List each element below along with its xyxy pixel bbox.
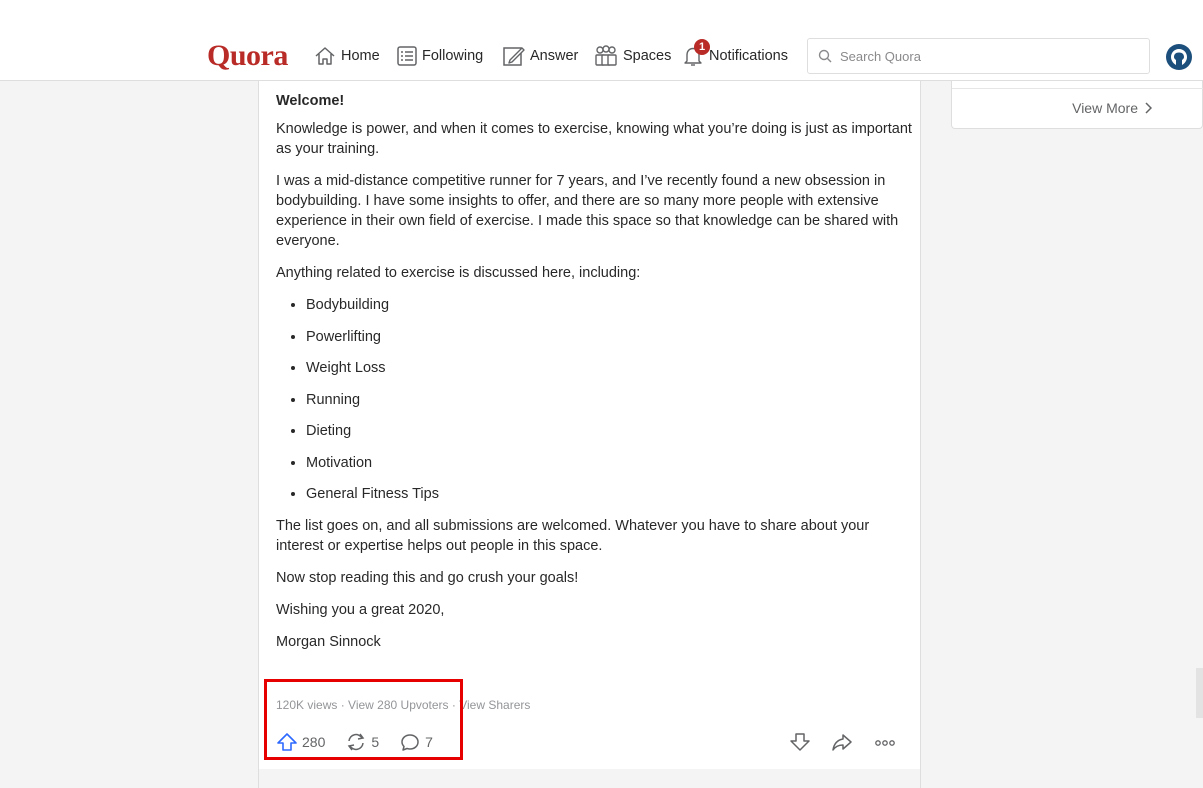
- post-heading: Welcome!: [276, 93, 345, 109]
- topic-item: Weight Loss: [306, 358, 916, 378]
- profile-avatar-icon[interactable]: [1166, 44, 1192, 70]
- upvote-count: 280: [302, 734, 326, 750]
- answer-pencil-icon: [503, 47, 525, 66]
- post-paragraph: Now stop reading this and go crush your …: [276, 570, 579, 586]
- nav-answer-label: Answer: [530, 48, 579, 64]
- post-paragraph: Anything related to exercise is discusse…: [276, 265, 641, 281]
- search-bar[interactable]: [807, 38, 1150, 74]
- card-footer-gap: [259, 769, 920, 788]
- sidebar-panel: View More: [951, 81, 1203, 129]
- downvote-arrow-icon: [790, 733, 810, 751]
- view-upvoters-link[interactable]: View 280 Upvoters: [348, 698, 449, 712]
- view-sharers-link[interactable]: View Sharers: [459, 698, 530, 712]
- nav-spaces[interactable]: Spaces: [593, 40, 671, 72]
- post-stats: 120K views · View 280 Upvoters · View Sh…: [276, 698, 530, 712]
- topic-item: Bodybuilding: [306, 295, 916, 315]
- spaces-icon: [595, 45, 617, 66]
- topic-item: Running: [306, 390, 916, 410]
- topic-item: General Fitness Tips: [306, 484, 916, 504]
- upvote-button[interactable]: 280: [276, 732, 325, 752]
- search-icon: [818, 49, 832, 63]
- views-count: 120K views: [276, 698, 338, 712]
- search-input[interactable]: [838, 47, 1132, 65]
- comment-button[interactable]: 7: [399, 732, 433, 752]
- chevron-right-icon: [1145, 102, 1152, 114]
- post-paragraph: Wishing you a great 2020,: [276, 602, 445, 618]
- meta-separator: ·: [337, 698, 349, 712]
- nav-following-label: Following: [422, 48, 484, 64]
- space-welcome-post: Welcome! Knowledge is power, and when it…: [258, 81, 921, 788]
- scrollbar-thumb[interactable]: [1196, 668, 1203, 718]
- topic-item: Dieting: [306, 421, 916, 441]
- post-actions: 280 5 7: [276, 731, 453, 753]
- view-more-label: View More: [1072, 100, 1138, 116]
- upvote-arrow-icon: [277, 733, 297, 751]
- meta-separator: ·: [448, 698, 460, 712]
- topics-list: Bodybuilding Powerlifting Weight Loss Ru…: [276, 295, 916, 504]
- top-navigation-bar: Quora Home Following Answer Spaces 1 Not…: [0, 0, 1203, 81]
- quora-logo[interactable]: Quora: [207, 38, 288, 74]
- share-forward-button[interactable]: [831, 732, 853, 752]
- nav-answer[interactable]: Answer: [502, 40, 578, 72]
- share-arrow-icon: [832, 734, 852, 751]
- post-signature: Morgan Sinnock: [276, 634, 381, 650]
- sidebar-divider: [952, 88, 1203, 89]
- home-icon: [315, 47, 335, 65]
- topic-item: Powerlifting: [306, 327, 916, 347]
- view-more-link[interactable]: View More: [1072, 100, 1152, 116]
- post-body: Welcome! Knowledge is power, and when it…: [276, 91, 916, 664]
- share-button[interactable]: 5: [345, 732, 379, 752]
- following-icon: [397, 46, 417, 66]
- nav-notifications-label: Notifications: [709, 48, 788, 64]
- post-paragraph: Knowledge is power, and when it comes to…: [276, 121, 912, 157]
- reshare-icon: [348, 733, 365, 751]
- nav-following[interactable]: Following: [396, 40, 483, 72]
- more-dots-icon: [875, 740, 895, 746]
- post-paragraph: I was a mid-distance competitive runner …: [276, 173, 899, 249]
- downvote-button[interactable]: [789, 732, 811, 752]
- nav-notifications[interactable]: 1 Notifications: [681, 39, 788, 72]
- nav-home-label: Home: [341, 48, 380, 64]
- nav-spaces-label: Spaces: [623, 48, 672, 64]
- share-count: 5: [371, 734, 380, 750]
- comment-bubble-icon: [401, 734, 419, 751]
- more-options-button[interactable]: [873, 732, 897, 752]
- comment-count: 7: [425, 734, 433, 750]
- post-paragraph: The list goes on, and all submissions ar…: [276, 518, 870, 554]
- nav-home[interactable]: Home: [313, 40, 380, 72]
- notifications-badge: 1: [694, 39, 710, 55]
- post-secondary-actions: [789, 731, 897, 753]
- topic-item: Motivation: [306, 453, 916, 473]
